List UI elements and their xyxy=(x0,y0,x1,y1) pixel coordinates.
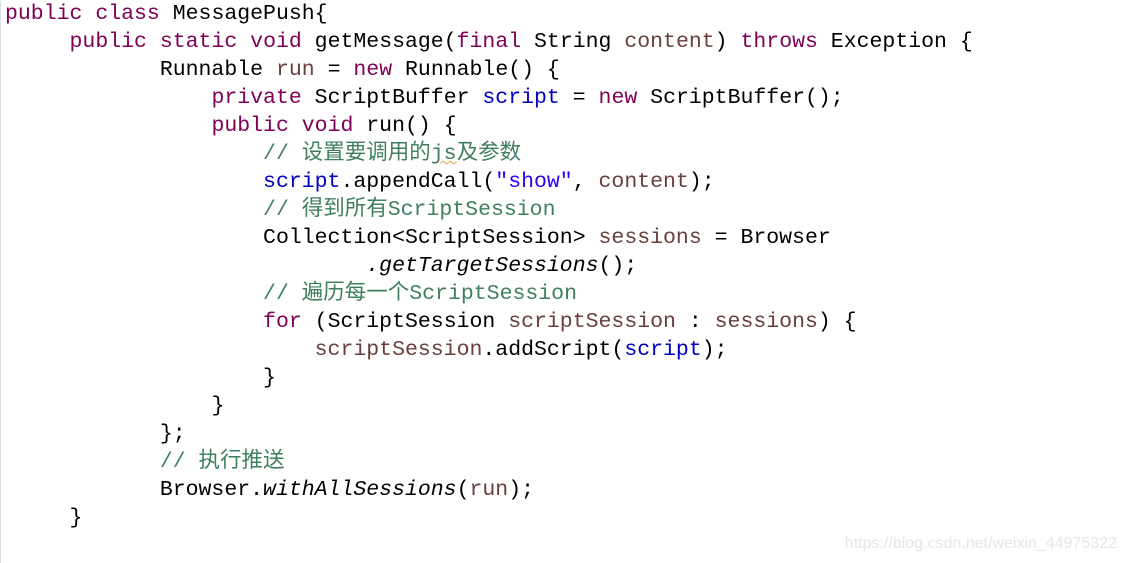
code-token-kw: new xyxy=(353,58,393,82)
code-token-kw: final xyxy=(456,30,522,54)
code-line: public static void getMessage(final Stri… xyxy=(5,28,973,56)
code-token-string: "show" xyxy=(495,170,573,194)
code-line: // 得到所有ScriptSession xyxy=(5,196,973,224)
editor-gutter-border xyxy=(0,0,1,563)
code-token-local: run xyxy=(469,478,509,502)
code-token-local: sessions xyxy=(714,310,818,334)
code-token-kw: void xyxy=(301,114,354,138)
code-token-kw: public xyxy=(211,114,289,138)
code-token: }; xyxy=(159,422,186,446)
code-editor[interactable]: public class MessagePush{ public static … xyxy=(5,0,973,532)
watermark: https://blog.csdn.net/weixin_44975322 xyxy=(844,535,1117,552)
code-token: ( xyxy=(456,478,470,502)
code-token-kw: public xyxy=(5,2,83,26)
code-token: (); xyxy=(598,254,638,278)
code-line: Runnable run = new Runnable() { xyxy=(5,56,973,84)
code-token: = xyxy=(559,86,599,110)
code-token: = xyxy=(314,58,354,82)
code-token: Exception { xyxy=(817,30,973,54)
code-token-local: scriptSession xyxy=(314,338,483,362)
code-line: for (ScriptSession scriptSession : sessi… xyxy=(5,308,973,336)
code-token: , xyxy=(572,170,599,194)
code-token-kw: private xyxy=(211,86,302,110)
code-line: // 执行推送 xyxy=(5,448,973,476)
code-line: } xyxy=(5,364,973,392)
code-token-kw: static xyxy=(159,30,238,54)
code-line: // 设置要调用的js及参数 xyxy=(5,140,973,168)
code-token: Collection<ScriptSession> xyxy=(263,226,599,250)
code-token: ); xyxy=(701,338,728,362)
code-token-local: content xyxy=(624,30,715,54)
code-line: public void run() { xyxy=(5,112,973,140)
code-token-local: content xyxy=(598,170,689,194)
code-line: private ScriptBuffer script = new Script… xyxy=(5,84,973,112)
code-line: }; xyxy=(5,420,973,448)
code-token-local: run xyxy=(275,58,315,82)
code-token: run() { xyxy=(353,114,457,138)
code-token-local: sessions xyxy=(598,226,702,250)
code-token-kw: void xyxy=(250,30,302,54)
code-token: } xyxy=(69,506,83,530)
code-token: ScriptBuffer(); xyxy=(637,86,844,110)
code-token: } xyxy=(211,394,225,418)
code-token: .addScript( xyxy=(482,338,625,362)
code-token-italic: withAllSessions xyxy=(263,478,457,502)
code-token: ); xyxy=(508,478,535,502)
code-line: public class MessagePush{ xyxy=(5,0,973,28)
code-token: : xyxy=(675,310,715,334)
code-token: String xyxy=(521,30,625,54)
code-line: // 遍历每一个ScriptSession xyxy=(5,280,973,308)
code-line: .getTargetSessions(); xyxy=(5,252,973,280)
code-token: ); xyxy=(688,170,715,194)
code-token-local: scriptSession xyxy=(508,310,676,334)
code-token: MessagePush{ xyxy=(159,2,328,26)
code-token-comment: // 得到所有ScriptSession xyxy=(263,198,556,222)
code-token-kw: throws xyxy=(740,30,818,54)
code-line: script.appendCall("show", content); xyxy=(5,168,973,196)
code-token-field: script xyxy=(482,86,560,110)
code-token: Runnable() { xyxy=(392,58,560,82)
code-token-comment: // 执行推送 xyxy=(159,450,285,474)
code-token: = Browser xyxy=(701,226,831,250)
code-token-field: script xyxy=(624,338,702,362)
code-token: Runnable xyxy=(159,58,276,82)
code-token: .appendCall( xyxy=(340,170,496,194)
code-line: scriptSession.addScript(script); xyxy=(5,336,973,364)
code-token-comment: 及参数 xyxy=(456,142,522,166)
code-token-kw: public xyxy=(69,30,147,54)
code-line: Collection<ScriptSession> sessions = Bro… xyxy=(5,224,973,252)
code-token-kw: new xyxy=(598,86,638,110)
code-token: getMessage( xyxy=(301,30,457,54)
code-token-kw: for xyxy=(263,310,302,334)
code-token: (ScriptSession xyxy=(301,310,509,334)
code-line: } xyxy=(5,392,973,420)
code-token: ) xyxy=(714,30,741,54)
code-token: ) { xyxy=(817,310,857,334)
code-token-comment: // 设置要调用的 xyxy=(263,142,431,166)
code-token-field: script xyxy=(263,170,341,194)
code-token-comment: // 遍历每一个ScriptSession xyxy=(263,282,577,306)
code-token-kw: class xyxy=(95,2,160,26)
code-token: ScriptBuffer xyxy=(301,86,483,110)
code-token: } xyxy=(263,366,276,390)
code-token-italic: .getTargetSessions xyxy=(366,254,599,278)
code-line: Browser.withAllSessions(run); xyxy=(5,476,973,504)
code-token: Browser. xyxy=(159,478,264,502)
code-token-comment: js xyxy=(430,142,457,166)
code-line: } xyxy=(5,504,973,532)
